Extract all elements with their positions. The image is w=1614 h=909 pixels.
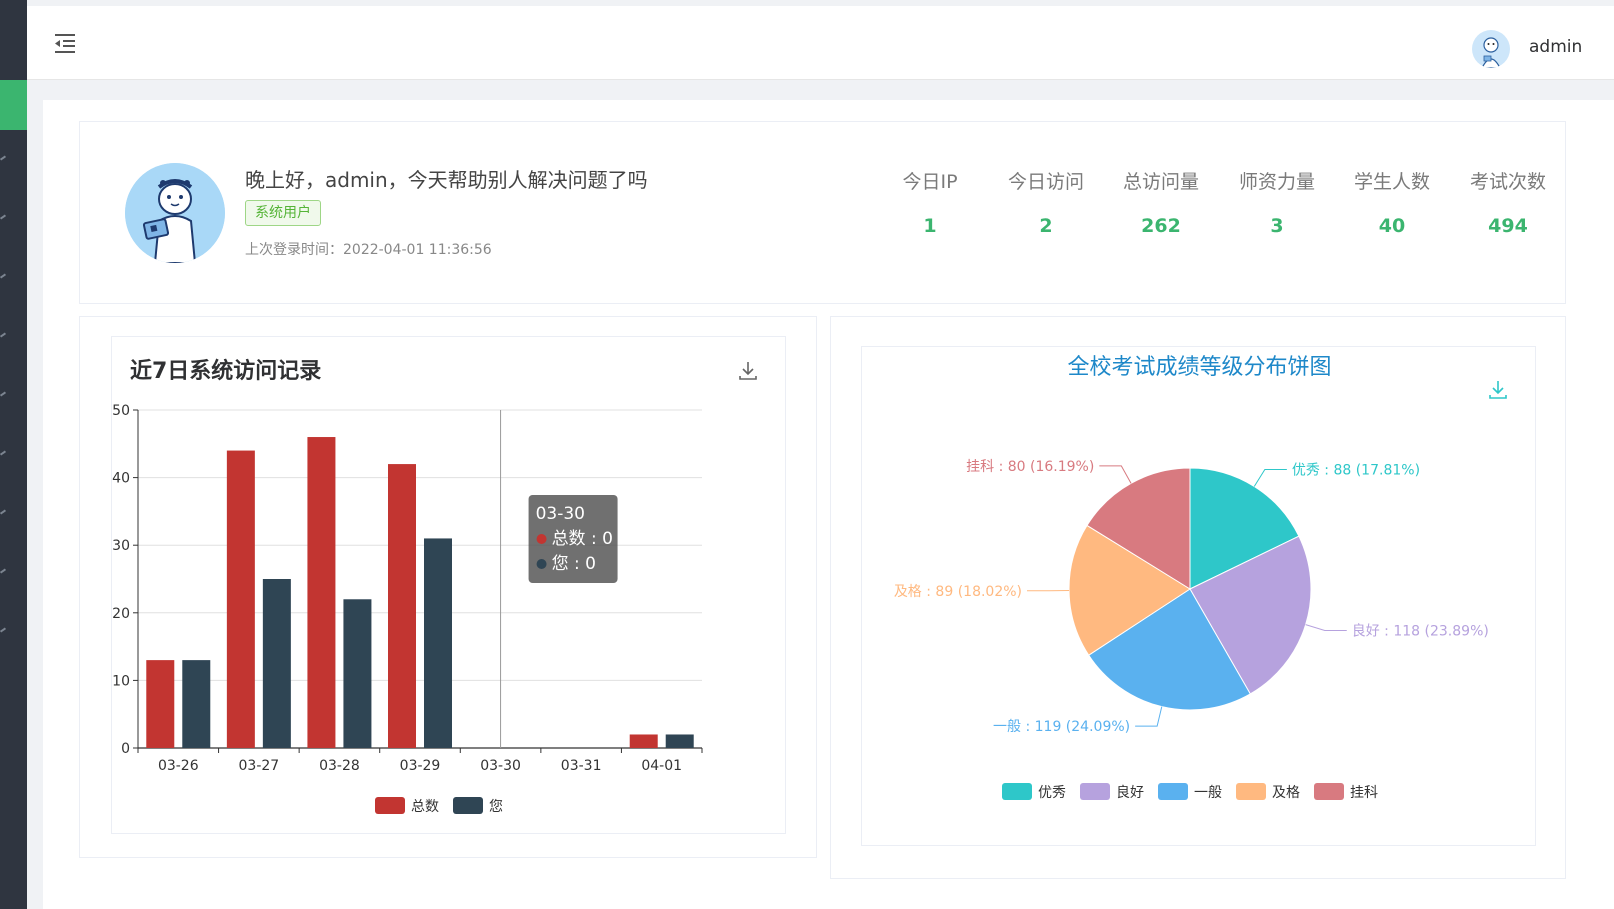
y-tick-label: 20: [112, 606, 130, 622]
bar-chart-svg: 0102030405003-26 03-27 03-28 03-29 03-30 03-3…: [112, 403, 703, 815]
stat-value: 3: [1270, 215, 1284, 237]
x-tick-label: 03-27: [239, 758, 280, 774]
y-tick-label: 0: [121, 741, 130, 757]
tooltip-marker: [536, 534, 547, 544]
bar: [665, 734, 694, 748]
pie-label: 优秀 : 88 (17.81%): [1292, 463, 1420, 479]
pie-label: 一般 : 119 (24.09%): [993, 719, 1130, 735]
legend-swatch: [1158, 783, 1188, 800]
bar-chart-panel: 近7日系统访问记录 0 10 20 30 40 50 03-26 03-27 03-28 03-2…: [79, 316, 817, 858]
legend-swatch: [1080, 783, 1110, 800]
tooltip-marker: [536, 559, 547, 569]
chart-tooltip: 03-30 总数 : 0 您 : 0: [528, 495, 618, 583]
x-tick-label: 03-29: [400, 758, 441, 774]
stat-label: 学生人数: [1353, 171, 1430, 193]
bar: [424, 538, 452, 748]
pie-chart-svg: 优秀 : 88 (17.81%) 良好 : 118 (23.89%) 一般 : 11…: [894, 459, 1489, 801]
pie-label-line: [1135, 706, 1163, 727]
legend-label: 挂科: [1350, 785, 1378, 801]
sidebar-item-chevron-icon[interactable]: [0, 627, 7, 633]
last-login-label: 上次登录时间：: [245, 242, 343, 258]
sidebar-item-chevron-icon[interactable]: [0, 568, 7, 574]
legend-label: 一般: [1194, 785, 1222, 801]
y-tick-label: 30: [112, 538, 130, 554]
sidebar-item-chevron-icon[interactable]: [0, 450, 7, 456]
tooltip-line: 总数 : 0: [552, 529, 613, 549]
bar: [629, 734, 658, 748]
x-tick-label: 04-01: [641, 758, 682, 774]
stat-label: 师资力量: [1238, 171, 1315, 193]
stat-label: 考试次数: [1469, 171, 1546, 193]
y-tick-label: 10: [112, 673, 130, 689]
stat-today-visits: 今日访问 2: [986, 167, 1106, 237]
sidebar-item-chevron-icon[interactable]: [0, 273, 7, 279]
pie-label: 及格 : 89 (18.02%): [894, 584, 1022, 600]
bar: [182, 660, 211, 748]
pie-chart-panel: 全校考试成绩等级分布饼图 优秀 : 88 (17.81%) 良好 : 118 (2…: [830, 316, 1566, 879]
stat-label: 总访问量: [1122, 171, 1199, 193]
stat-total-visits: 总访问量 262: [1101, 167, 1221, 237]
user-avatar-large: [125, 163, 225, 263]
legend-label: 总数: [411, 799, 439, 815]
x-tick-label: 03-26: [158, 758, 199, 774]
legend-swatch: [1236, 783, 1266, 800]
sidebar-item-chevron-icon[interactable]: [0, 391, 7, 397]
menu-fold-icon[interactable]: [53, 32, 77, 54]
bar: [307, 437, 336, 748]
x-tick-label: 03-31: [561, 758, 602, 774]
legend-label: 良好: [1116, 785, 1144, 801]
legend-label: 您: [489, 798, 503, 815]
stat-today-ip: 今日IP 1: [870, 167, 990, 237]
stat-students: 学生人数 40: [1332, 167, 1452, 237]
pie-chart-card: 全校考试成绩等级分布饼图 优秀 : 88 (17.81%) 良好 : 118 (2…: [861, 346, 1536, 846]
stat-value: 262: [1141, 215, 1181, 237]
bar: [343, 599, 372, 748]
stat-label: 今日IP: [902, 171, 958, 193]
role-badge: 系统用户: [245, 200, 321, 226]
legend-label: 优秀: [1038, 785, 1066, 801]
top-navbar: admin: [27, 6, 1614, 80]
stat-exams: 考试次数 494: [1448, 167, 1568, 237]
legend-swatch: [1002, 783, 1032, 800]
pie-label: 挂科 : 80 (16.19%): [966, 459, 1094, 475]
legend-swatch: [453, 797, 483, 814]
user-avatar[interactable]: [1472, 30, 1510, 68]
last-login-time: 2022-04-01 11:36:56: [343, 242, 492, 258]
stat-value: 2: [1039, 215, 1053, 237]
x-tick-label: 03-28: [319, 758, 360, 774]
stat-value: 1: [923, 215, 937, 237]
tooltip-title: 03-30: [536, 504, 585, 524]
stat-label: 今日访问: [1007, 171, 1084, 193]
legend-label: 及格: [1272, 785, 1300, 801]
sidebar: [0, 0, 27, 909]
pie-label-line: [1253, 469, 1287, 487]
bar-chart-card: 近7日系统访问记录 0 10 20 30 40 50 03-26 03-27 03-28 03-2…: [111, 336, 786, 834]
y-tick-label: 40: [112, 471, 130, 487]
legend-swatch: [1314, 783, 1344, 800]
sidebar-item-chevron-icon[interactable]: [0, 214, 7, 220]
stat-teachers: 师资力量 3: [1217, 167, 1337, 237]
last-login: 上次登录时间：2022-04-01 11:36:56: [245, 239, 492, 259]
stat-value: 494: [1488, 215, 1528, 237]
pie-label: 良好 : 118 (23.89%): [1352, 624, 1489, 640]
bar: [146, 660, 175, 748]
y-tick-label: 50: [112, 403, 130, 419]
sidebar-item-chevron-icon[interactable]: [0, 155, 7, 161]
pie-label-line: [1099, 465, 1132, 484]
greeting-text: 晚上好，admin，今天帮助别人解决问题了吗: [245, 168, 648, 192]
stat-value: 40: [1378, 215, 1406, 237]
legend-swatch: [375, 797, 405, 814]
sidebar-active-item[interactable]: [0, 80, 27, 130]
bar: [262, 579, 291, 748]
welcome-card: 晚上好，admin，今天帮助别人解决问题了吗 系统用户 上次登录时间：2022-…: [79, 121, 1566, 304]
username-label[interactable]: admin: [1529, 37, 1582, 57]
sidebar-item-chevron-icon[interactable]: [0, 509, 7, 515]
bar: [388, 464, 416, 748]
tooltip-line: 您 : 0: [552, 554, 596, 574]
sidebar-item-chevron-icon[interactable]: [0, 332, 7, 338]
pie-label-line: [1305, 624, 1347, 632]
x-tick-label: 03-30: [480, 758, 521, 774]
bar: [226, 450, 255, 748]
